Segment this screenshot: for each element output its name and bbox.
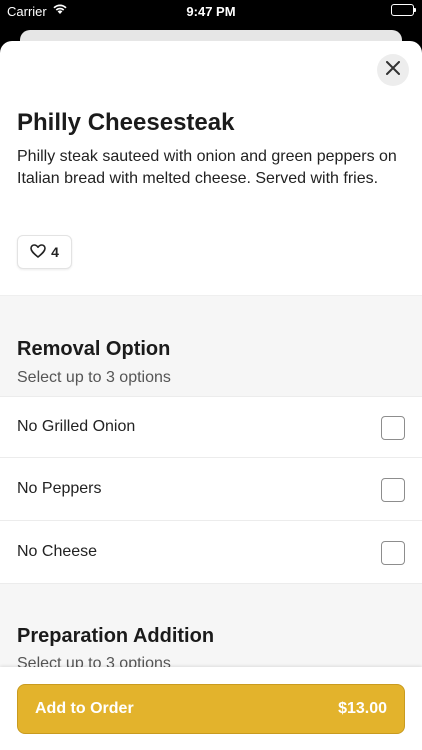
removal-section-title: Removal Option — [17, 338, 171, 360]
preparation-section-header: Preparation Addition Select up to 3 opti… — [0, 614, 422, 674]
section-divider — [0, 295, 422, 325]
option-checkbox[interactable] — [381, 541, 405, 565]
section-divider — [0, 584, 422, 614]
clock: 9:47 PM — [186, 4, 236, 19]
option-row-no-grilled-onion[interactable]: No Grilled Onion — [0, 396, 422, 458]
option-label: No Peppers — [17, 480, 102, 497]
order-bar: Add to Order $13.00 — [0, 667, 422, 750]
item-description: Philly steak sauteed with onion and gree… — [17, 148, 397, 187]
heart-icon — [30, 243, 46, 261]
add-to-order-button[interactable]: Add to Order $13.00 — [17, 684, 405, 734]
removal-section-header: Removal Option Select up to 3 options — [0, 325, 422, 396]
like-button[interactable]: 4 — [17, 235, 72, 269]
order-price: $13.00 — [338, 700, 387, 717]
item-title: Philly Cheesesteak — [17, 109, 235, 136]
item-detail-sheet: Philly Cheesesteak Philly steak sauteed … — [0, 41, 422, 750]
battery-icon — [391, 4, 416, 16]
like-count: 4 — [51, 244, 59, 260]
option-row-no-peppers[interactable]: No Peppers — [0, 459, 422, 521]
option-label: No Cheese — [17, 543, 98, 560]
option-row-no-cheese[interactable]: No Cheese — [0, 522, 422, 584]
preparation-section-title: Preparation Addition — [17, 625, 215, 647]
option-checkbox[interactable] — [381, 478, 405, 502]
add-to-order-label: Add to Order — [35, 700, 134, 717]
close-button[interactable] — [377, 54, 409, 86]
removal-section-subtitle: Select up to 3 options — [17, 369, 171, 386]
option-label: No Grilled Onion — [17, 418, 136, 435]
close-icon — [386, 60, 400, 80]
option-checkbox[interactable] — [381, 416, 405, 440]
status-bar: Carrier 9:47 PM — [0, 0, 422, 22]
